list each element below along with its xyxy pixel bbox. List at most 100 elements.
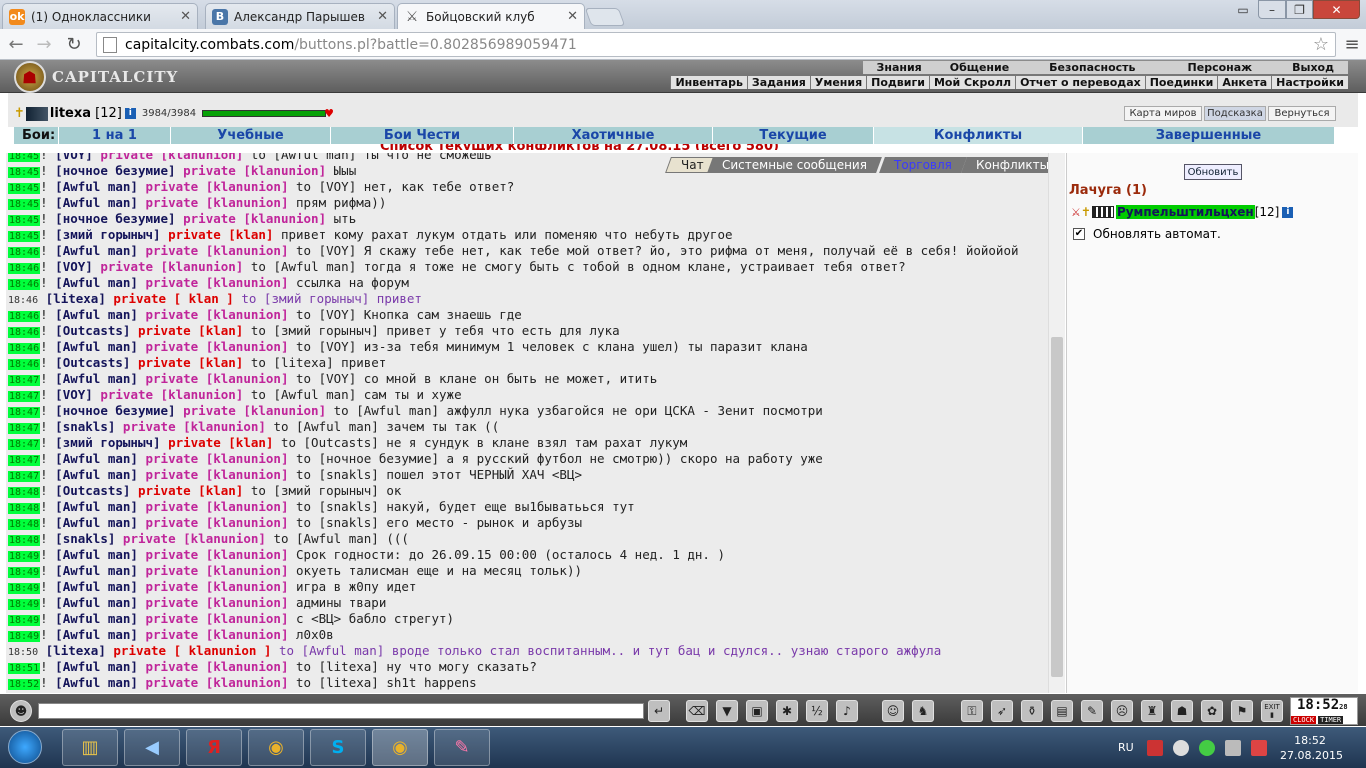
tab-combats[interactable]: ⚔ Бойцовский клуб ✕ (397, 3, 585, 29)
message-sender[interactable]: [Outcasts] (55, 483, 130, 498)
entity-name[interactable]: Румпельштильцхен (1115, 205, 1255, 219)
message-time[interactable]: 18:47 (8, 455, 41, 466)
message-time[interactable]: 18:49 (8, 615, 41, 626)
scrollbar-thumb[interactable] (1051, 337, 1063, 677)
message-sender[interactable]: [Outcasts] (55, 355, 130, 370)
paw-icon[interactable]: ✿ (1201, 700, 1223, 722)
group-icon[interactable]: ☗ (1171, 700, 1193, 722)
message-time[interactable]: 18:46 (8, 359, 41, 370)
chest-icon[interactable]: ▤ (1051, 700, 1073, 722)
tab-training[interactable]: Учебные (170, 127, 330, 144)
message-time[interactable]: 18:48 (8, 535, 41, 546)
tab-current[interactable]: Текущие (712, 127, 873, 144)
start-button[interactable] (8, 730, 42, 764)
maximize-button[interactable]: ❐ (1286, 0, 1313, 19)
smiley-face-icon[interactable]: ☻ (10, 700, 32, 722)
message-sender[interactable]: [змий горыныч] (55, 227, 160, 242)
chrome-icon[interactable]: ◉ (248, 729, 304, 766)
chrome-active-icon[interactable]: ◉ (372, 729, 428, 766)
emoticon-icon[interactable]: ☺ (882, 700, 904, 722)
flag-icon[interactable]: ⚑ (1231, 700, 1253, 722)
message-sender[interactable]: [змий горыныч] (55, 435, 160, 450)
message-time[interactable]: 18:48 (8, 487, 41, 498)
taskbar-clock[interactable]: 18:52 27.08.2015 (1280, 733, 1343, 763)
message-sender[interactable]: [Awful man] (55, 275, 138, 290)
message-sender[interactable]: [Awful man] (55, 627, 138, 642)
message-sender[interactable]: [snakls] (55, 531, 115, 546)
message-sender[interactable]: [litexa] (46, 291, 106, 306)
eraser-icon[interactable]: ⌫ (686, 700, 708, 722)
skype-icon[interactable]: S (310, 729, 366, 766)
attack-icon[interactable]: ⚔ (1071, 206, 1081, 219)
message-sender[interactable]: [Awful man] (55, 243, 138, 258)
chat-tab-trade[interactable]: Торговля (879, 157, 967, 173)
message-time[interactable]: 18:47 (8, 375, 41, 386)
message-sender[interactable]: [VOY] (55, 259, 93, 274)
message-sender[interactable]: [Awful man] (55, 515, 138, 530)
message-time[interactable]: 18:47 (8, 391, 41, 402)
sound-icon[interactable]: ♪ (836, 700, 858, 722)
volume-icon[interactable] (1172, 739, 1189, 756)
bag-icon[interactable]: ⚱ (1021, 700, 1043, 722)
back-arrow-icon[interactable]: ← (4, 32, 28, 56)
world-map-button[interactable]: Карта миров (1124, 106, 1202, 121)
message-time[interactable]: 18:50 (8, 647, 38, 658)
new-tab-button[interactable] (584, 8, 626, 26)
message-sender[interactable]: [Awful man] (55, 659, 138, 674)
message-time[interactable]: 18:45 (8, 167, 41, 178)
send-icon[interactable]: ↵ (648, 700, 670, 722)
exit-icon[interactable]: EXIT ▮ (1261, 700, 1283, 722)
network-icon[interactable] (1224, 739, 1241, 756)
close-icon[interactable]: ✕ (180, 9, 191, 24)
return-button[interactable]: Вернуться (1268, 106, 1336, 121)
message-sender[interactable]: [Awful man] (55, 611, 138, 626)
save-icon[interactable]: ▣ (746, 700, 768, 722)
filter-icon[interactable]: ▼ (716, 700, 738, 722)
menu-exit[interactable]: Выход (1278, 61, 1348, 74)
message-sender[interactable]: [VOY] (55, 387, 93, 402)
message-time[interactable]: 18:46 (8, 327, 41, 338)
update-icon[interactable] (1198, 739, 1215, 756)
tab-conflicts[interactable]: Конфликты (873, 127, 1082, 144)
message-time[interactable]: 18:49 (8, 583, 41, 594)
message-sender[interactable]: [Awful man] (55, 179, 138, 194)
message-time[interactable]: 18:45 (8, 199, 41, 210)
message-sender[interactable]: [Awful man] (55, 467, 138, 482)
drama-icon[interactable]: ☹ (1111, 700, 1133, 722)
menu-my-scroll[interactable]: Мой Скролл (928, 76, 1015, 89)
tab-vk[interactable]: В Александр Парышев ✕ (205, 3, 395, 29)
message-time[interactable]: 18:47 (8, 439, 41, 450)
menu-fights[interactable]: Поединки (1144, 76, 1218, 89)
message-time[interactable]: 18:49 (8, 551, 41, 562)
info-icon[interactable]: i (1282, 206, 1294, 218)
media-player-icon[interactable]: ◀ (124, 729, 180, 766)
message-sender[interactable]: [VOY] (55, 153, 93, 162)
message-sender[interactable]: [Awful man] (55, 307, 138, 322)
arrow-icon[interactable]: ➶ (991, 700, 1013, 722)
minimize-button[interactable]: – (1258, 0, 1286, 19)
message-time[interactable]: 18:49 (8, 567, 41, 578)
message-sender[interactable]: [ночное безумие] (55, 403, 175, 418)
tab-odnoklassniki[interactable]: ok (1) Одноклассники ✕ (2, 3, 198, 29)
message-sender[interactable]: [Awful man] (55, 499, 138, 514)
close-icon[interactable]: ✕ (377, 9, 388, 24)
message-time[interactable]: 18:46 (8, 279, 41, 290)
lock-icon[interactable]: ⚿ (961, 700, 983, 722)
antivirus-icon[interactable] (1146, 739, 1163, 756)
menu-profile[interactable]: Анкета (1217, 76, 1271, 89)
message-time[interactable]: 18:47 (8, 407, 41, 418)
tab-1v1[interactable]: 1 на 1 (58, 127, 170, 144)
menu-transfer-report[interactable]: Отчет о переводах (1015, 76, 1145, 89)
message-sender[interactable]: [Awful man] (55, 595, 138, 610)
window-close-button[interactable]: ✕ (1313, 0, 1360, 19)
message-sender[interactable]: [Awful man] (55, 371, 138, 386)
chat-tab-system[interactable]: Системные сообщения (707, 157, 882, 173)
message-sender[interactable]: [Awful man] (55, 563, 138, 578)
message-time[interactable]: 18:45 (8, 215, 41, 226)
person-icon[interactable]: ✱ (776, 700, 798, 722)
message-sender[interactable]: [Awful man] (55, 547, 138, 562)
info-icon[interactable]: i (124, 108, 136, 119)
refresh-button[interactable]: Обновить (1184, 164, 1242, 180)
reload-icon[interactable]: ↻ (62, 32, 86, 56)
chrome-menu-icon[interactable]: ≡ (1340, 32, 1364, 56)
